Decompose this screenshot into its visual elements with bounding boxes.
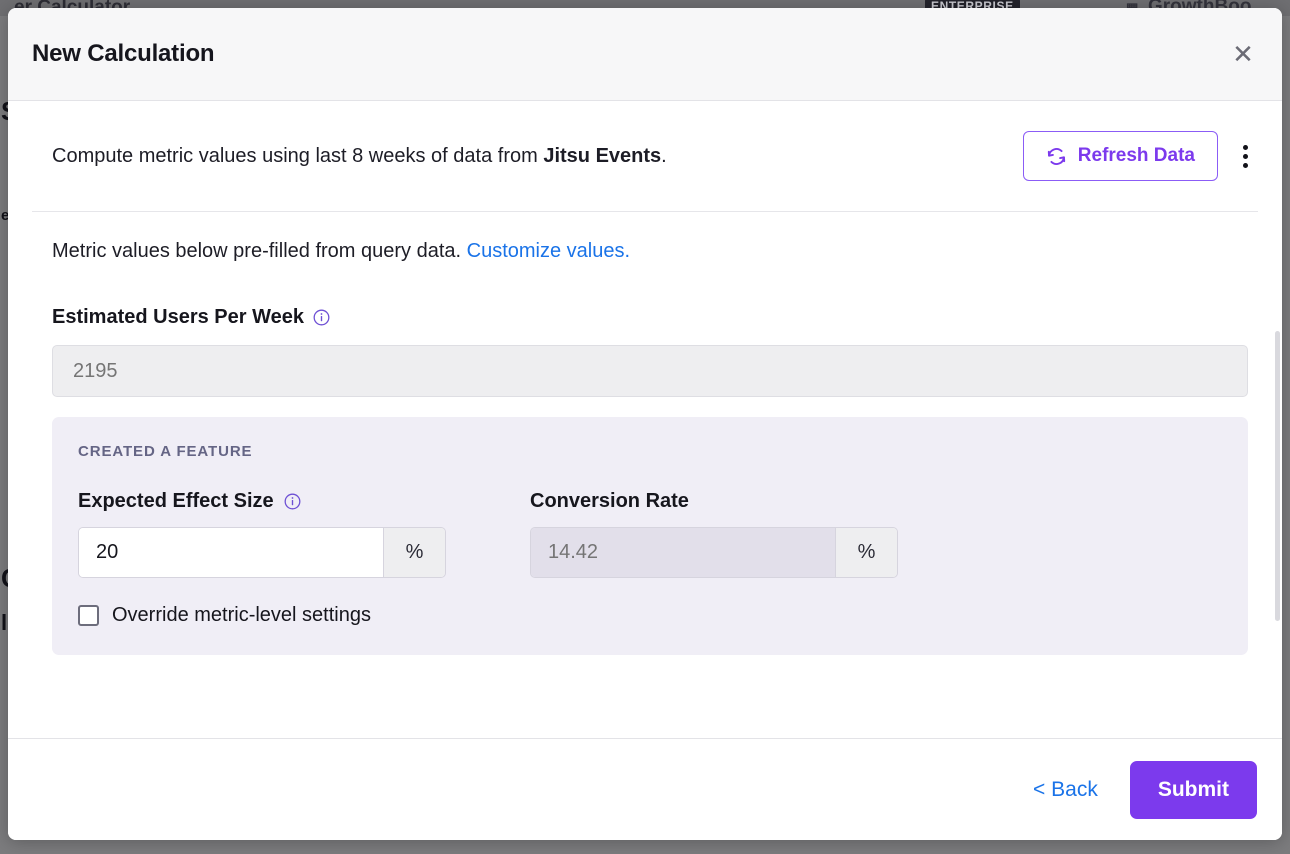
compute-text-before: Compute metric values using last 8 weeks… [52,145,544,167]
estimated-users-label: Estimated Users Per Week [32,263,1258,329]
estimated-users-input[interactable] [52,345,1248,397]
customize-values-link[interactable]: Customize values. [467,240,630,262]
background-left-glyph-4: l [1,610,8,635]
modal-header: New Calculation ✕ [8,8,1282,101]
conversion-rate-input[interactable] [531,528,835,577]
back-button[interactable]: < Back [1029,772,1102,808]
refresh-data-label: Refresh Data [1077,145,1195,166]
prefilled-note: Metric values below pre-filled from quer… [32,212,1258,263]
override-settings-label[interactable]: Override metric-level settings [112,604,371,627]
info-icon[interactable] [313,309,330,326]
expected-effect-size-label-text: Expected Effect Size [78,490,274,512]
conversion-rate-label-text: Conversion Rate [530,490,689,512]
close-icon[interactable]: ✕ [1226,37,1260,71]
expected-effect-size-input[interactable] [79,528,383,577]
compute-text-after: . [661,145,667,167]
new-calculation-modal: New Calculation ✕ Compute metric values … [8,8,1282,840]
expected-effect-size-field: Expected Effect Size % [78,490,446,578]
expected-effect-size-input-group: % [78,527,446,578]
refresh-data-button[interactable]: Refresh Data [1022,131,1218,181]
refresh-icon [1046,146,1067,167]
metric-card-fields: Expected Effect Size % Conversion Rate [78,490,1222,578]
page-title: New Calculation [32,40,215,67]
metric-card: CREATED A FEATURE Expected Effect Size % [52,417,1248,655]
percent-suffix: % [835,528,897,577]
scrollbar-thumb[interactable] [1275,331,1280,621]
modal-body: Compute metric values using last 8 weeks… [8,101,1282,738]
submit-button[interactable]: Submit [1129,760,1257,819]
compute-description: Compute metric values using last 8 weeks… [32,142,667,170]
more-vertical-icon[interactable] [1232,139,1258,173]
override-settings-row: Override metric-level settings [78,604,1222,627]
modal-footer: < Back Submit [8,738,1282,840]
conversion-rate-input-group: % [530,527,898,578]
compute-row: Compute metric values using last 8 weeks… [32,101,1258,212]
percent-suffix: % [383,528,445,577]
data-source-name: Jitsu Events [543,145,662,167]
expected-effect-size-label: Expected Effect Size [78,490,446,513]
compute-actions: Refresh Data [1022,131,1258,181]
estimated-users-label-text: Estimated Users Per Week [52,306,304,328]
override-settings-checkbox[interactable] [78,605,99,626]
info-icon[interactable] [284,493,301,510]
prefilled-text: Metric values below pre-filled from quer… [52,240,467,262]
conversion-rate-label: Conversion Rate [530,490,898,513]
conversion-rate-field: Conversion Rate % [530,490,898,578]
metric-card-kicker: CREATED A FEATURE [78,443,253,460]
